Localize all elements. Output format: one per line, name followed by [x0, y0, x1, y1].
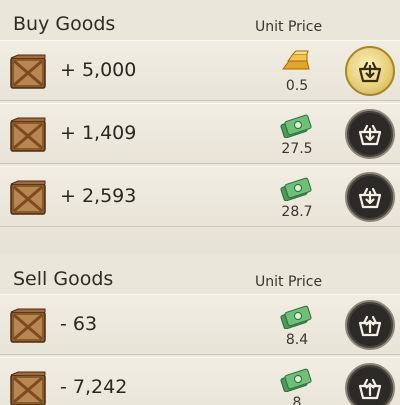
buy-quantity: + 1,409 — [60, 122, 137, 144]
cash-icon — [280, 112, 312, 138]
crate-icon — [10, 54, 46, 90]
buy-button[interactable] — [345, 109, 395, 159]
buy-row: + 1,409 27.5 — [0, 103, 400, 164]
buy-basket-icon — [357, 121, 383, 147]
buy-button[interactable] — [345, 46, 395, 96]
section-divider — [0, 228, 400, 254]
sell-row: - 63 8.4 — [0, 294, 400, 355]
buy-row: + 2,593 28.7 — [0, 166, 400, 227]
sell-goods-header: Sell Goods Unit Price — [0, 254, 400, 294]
crate-icon — [10, 180, 46, 216]
cash-icon — [280, 175, 312, 201]
unit-price-value: 0.5 — [285, 78, 309, 94]
sell-row: - 7,242 8 — [0, 357, 400, 405]
sell-quantity: - 63 — [60, 313, 98, 335]
buy-quantity: + 2,593 — [60, 185, 137, 207]
unit-price-value: 8.4 — [285, 332, 309, 348]
sell-button[interactable] — [345, 363, 395, 405]
sell-unit-price-label: Unit Price — [255, 274, 323, 290]
buy-unit-price-label: Unit Price — [255, 19, 323, 35]
buy-basket-icon — [357, 184, 383, 210]
sell-basket-icon — [357, 312, 383, 338]
sell-basket-icon — [357, 375, 383, 401]
cash-icon — [280, 366, 312, 392]
buy-quantity: + 5,000 — [60, 59, 137, 81]
gold-bar-icon — [280, 49, 312, 75]
unit-price-value: 28.7 — [281, 204, 313, 220]
buy-goods-header: Buy Goods Unit Price — [0, 0, 400, 40]
buy-basket-icon — [357, 58, 383, 84]
sell-button[interactable] — [345, 300, 395, 350]
crate-icon — [10, 371, 46, 405]
sell-quantity: - 7,242 — [60, 376, 128, 398]
crate-icon — [10, 308, 46, 344]
unit-price-value: 27.5 — [281, 141, 313, 157]
sell-goods-title: Sell Goods — [13, 268, 114, 290]
buy-button[interactable] — [345, 172, 395, 222]
crate-icon — [10, 117, 46, 153]
buy-row: + 5,000 0.5 — [0, 40, 400, 101]
cash-icon — [280, 303, 312, 329]
buy-goods-title: Buy Goods — [13, 13, 116, 35]
unit-price-value: 8 — [292, 395, 302, 405]
